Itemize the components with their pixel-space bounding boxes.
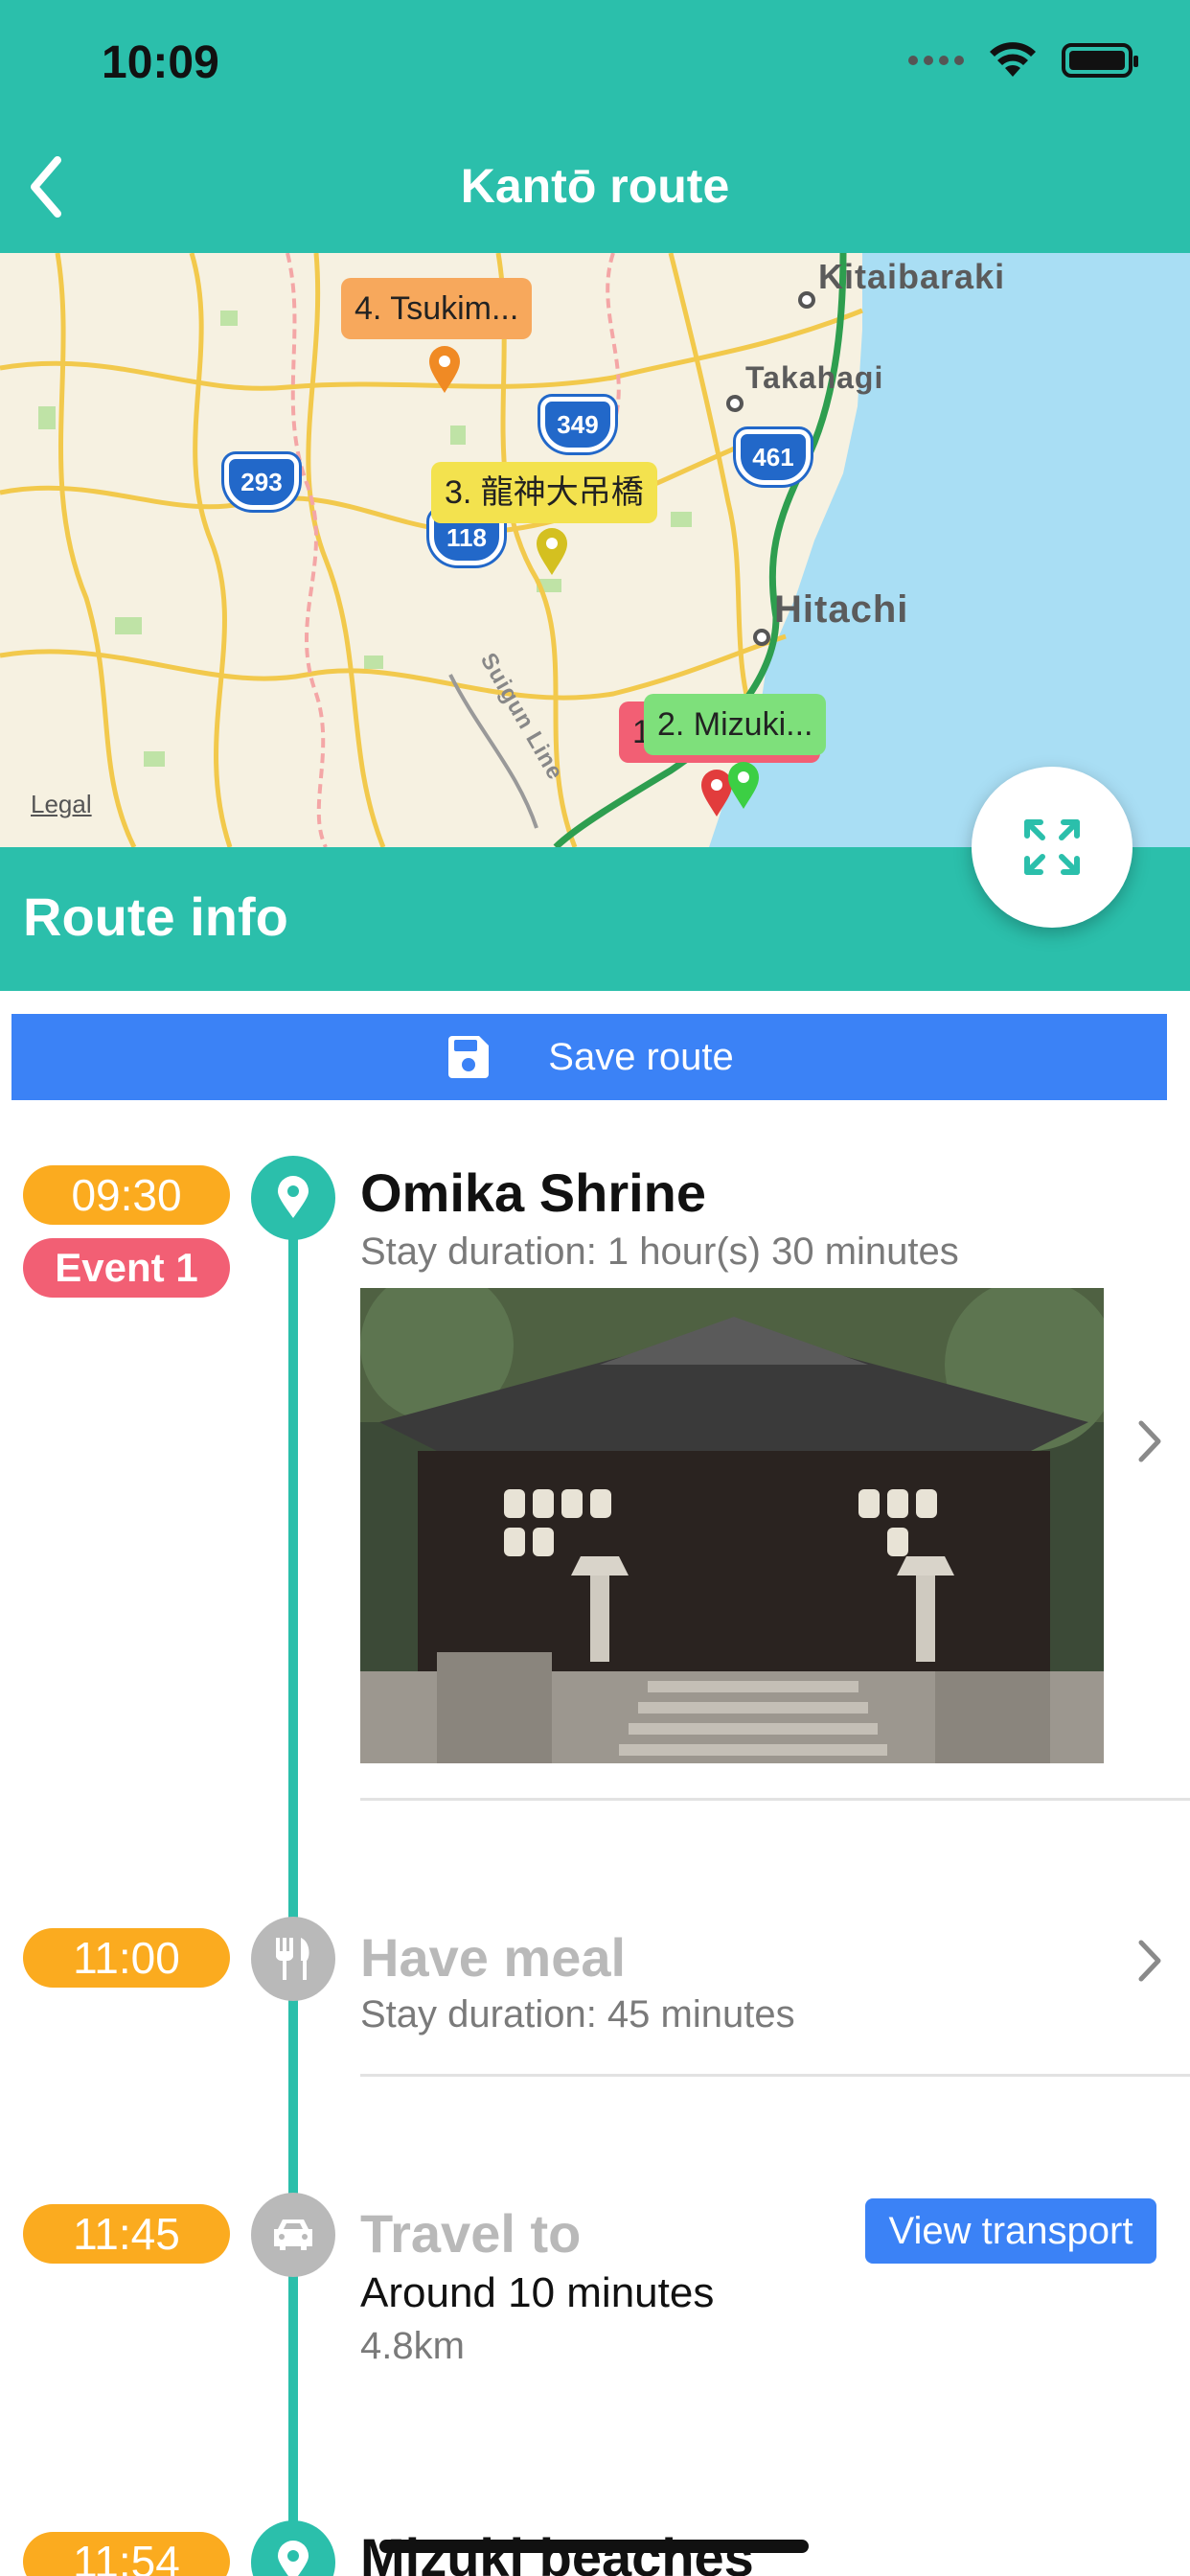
pin-label-2[interactable]: 2. Mizuki... bbox=[644, 694, 827, 755]
map-base bbox=[0, 253, 1190, 847]
chevron-right-icon bbox=[1138, 1420, 1161, 1462]
route-shield: 293 bbox=[224, 454, 299, 510]
signal-icon bbox=[908, 56, 964, 65]
city-marker bbox=[753, 629, 770, 646]
wifi-icon bbox=[990, 42, 1036, 77]
route-shield: 461 bbox=[736, 429, 811, 485]
route-shield: 349 bbox=[540, 397, 615, 452]
stop-title[interactable]: Omika Shrine bbox=[360, 1162, 706, 1224]
location-pin-icon bbox=[278, 2541, 309, 2576]
map-pin-icon[interactable] bbox=[726, 761, 761, 811]
place-label: Hitachi bbox=[774, 588, 909, 631]
section-title: Route info bbox=[23, 886, 288, 947]
save-route-button[interactable]: Save route bbox=[11, 1014, 1167, 1100]
map-pin-icon[interactable] bbox=[427, 345, 462, 395]
divider bbox=[360, 2074, 1190, 2077]
place-label: Takahagi bbox=[745, 360, 884, 395]
travel-distance: 4.8km bbox=[360, 2325, 465, 2367]
battery-icon bbox=[1062, 43, 1138, 78]
stop-node bbox=[251, 1917, 335, 2001]
shrine-photo[interactable] bbox=[360, 1288, 1104, 1763]
page-title: Kantō route bbox=[460, 159, 730, 213]
map-pin-icon[interactable] bbox=[535, 527, 569, 577]
time-badge: 11:45 bbox=[23, 2204, 230, 2264]
floppy-disk-icon bbox=[448, 1036, 490, 1078]
legal-link[interactable]: Legal bbox=[31, 790, 92, 819]
travel-duration: Around 10 minutes bbox=[360, 2269, 715, 2316]
place-label: Kitaibaraki bbox=[818, 257, 1006, 296]
save-route-label: Save route bbox=[548, 1035, 734, 1078]
stop-duration: Stay duration: 1 hour(s) 30 minutes bbox=[360, 1230, 959, 1273]
event-badge: Event 1 bbox=[23, 1238, 230, 1298]
stop-node bbox=[251, 2520, 335, 2576]
expand-map-button[interactable] bbox=[972, 767, 1133, 928]
shrine-image bbox=[360, 1288, 1104, 1763]
stop-title: Travel to bbox=[360, 2203, 582, 2264]
stop-title[interactable]: Have meal bbox=[360, 1926, 626, 1989]
car-icon bbox=[274, 2220, 312, 2250]
timeline-line bbox=[288, 1188, 298, 2576]
pin-label-3[interactable]: 3. 龍神大吊橋 bbox=[431, 462, 657, 523]
status-time: 10:09 bbox=[102, 37, 219, 88]
time-badge: 09:30 bbox=[23, 1165, 230, 1225]
city-marker bbox=[726, 395, 744, 412]
city-marker bbox=[798, 291, 815, 309]
fork-knife-icon bbox=[276, 1938, 309, 1980]
stop-node bbox=[251, 1156, 335, 1240]
home-indicator[interactable] bbox=[379, 2540, 809, 2553]
view-transport-button[interactable]: View transport bbox=[865, 2198, 1156, 2264]
chevron-right-icon bbox=[1138, 1940, 1161, 1982]
route-map[interactable]: Kitaibaraki Takahagi Hitachi Suigun Line… bbox=[0, 253, 1190, 847]
stop-duration: Stay duration: 45 minutes bbox=[360, 1993, 795, 2036]
divider bbox=[360, 1798, 1190, 1801]
location-pin-icon bbox=[278, 1176, 309, 1218]
navigation-bar: 10:09 Kantō route bbox=[0, 0, 1190, 253]
time-badge: 11:54 bbox=[23, 2532, 230, 2576]
expand-icon bbox=[1024, 819, 1080, 875]
status-icons bbox=[908, 42, 1138, 79]
pin-label-4[interactable]: 4. Tsukim... bbox=[341, 278, 533, 339]
stop-detail-chevron[interactable] bbox=[1131, 1413, 1169, 1470]
time-badge: 11:00 bbox=[23, 1928, 230, 1988]
stop-detail-chevron[interactable] bbox=[1131, 1932, 1169, 1990]
stop-node bbox=[251, 2193, 335, 2277]
